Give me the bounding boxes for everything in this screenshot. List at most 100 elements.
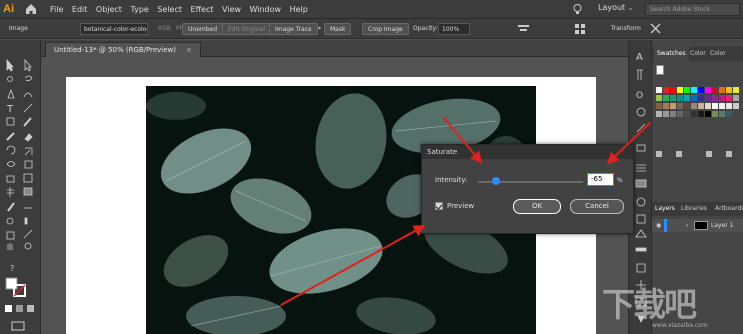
menu-bar: Ai File Edit Object Type Select Effect View Win…	[0, 0, 743, 19]
swatch[interactable]	[712, 95, 718, 101]
crop-image-button[interactable]: Crop Image	[362, 23, 409, 35]
swatch[interactable]	[726, 87, 732, 93]
transform-link[interactable]: Transform	[611, 23, 641, 35]
swatch[interactable]	[691, 111, 697, 117]
menu-select[interactable]: Select	[157, 0, 182, 19]
tab-swatches[interactable]: Swatches	[654, 47, 689, 61]
swatch[interactable]	[726, 111, 732, 117]
swatch[interactable]	[719, 111, 725, 117]
swatch[interactable]	[726, 103, 732, 109]
chevron-down-icon[interactable]: ▾	[318, 23, 321, 35]
swatch[interactable]	[712, 87, 718, 93]
swatch[interactable]	[670, 95, 676, 101]
tab-artboards[interactable]: Artboards	[715, 202, 743, 216]
swatch[interactable]	[691, 87, 697, 93]
opacity-input[interactable]: 100%	[438, 23, 470, 35]
home-icon[interactable]	[24, 2, 38, 16]
swatch[interactable]	[663, 95, 669, 101]
lightbulb-icon[interactable]	[572, 3, 583, 16]
layer-name: Layer 1	[711, 222, 734, 229]
tab-layers[interactable]: Layers	[655, 202, 675, 216]
draw-inside-icon	[27, 305, 34, 312]
swatch[interactable]	[670, 103, 676, 109]
preview-checkbox[interactable]	[435, 202, 443, 210]
draw-behind-icon	[16, 305, 23, 312]
unembed-button[interactable]: Unembed	[182, 23, 224, 35]
swatch[interactable]	[684, 103, 690, 109]
swatch[interactable]	[705, 95, 711, 101]
swatch[interactable]	[663, 111, 669, 117]
swatch[interactable]	[733, 87, 739, 93]
mask-button[interactable]: Mask	[324, 23, 352, 35]
gradient-panel-icon	[635, 179, 647, 188]
layer-row[interactable]: ◉ › Layer 1	[652, 219, 743, 232]
swatch[interactable]	[719, 103, 725, 109]
image-trace-button[interactable]: Image Trace	[269, 23, 318, 35]
menu-edit[interactable]: Edit	[72, 0, 88, 19]
layers-tab-bar: Layers Libraries Artboards	[652, 202, 743, 216]
tab-color[interactable]: Color	[690, 47, 706, 61]
swatch[interactable]	[677, 95, 683, 101]
swatch[interactable]	[698, 111, 704, 117]
intensity-input[interactable]: -65	[587, 173, 614, 186]
swatch[interactable]	[733, 95, 739, 101]
swatch[interactable]	[705, 111, 711, 117]
swatch[interactable]	[677, 111, 683, 117]
eye-icon[interactable]: ◉	[656, 219, 661, 232]
document-tab[interactable]: Untitled-13* @ 50% (RGB/Preview) ×	[45, 42, 201, 57]
swatch[interactable]	[719, 87, 725, 93]
edit-original-button[interactable]: Edit Original	[222, 23, 272, 35]
swatch[interactable]	[677, 103, 683, 109]
swatch-library-icon	[656, 151, 662, 157]
swatch[interactable]	[726, 95, 732, 101]
swatch[interactable]	[663, 103, 669, 109]
swatch[interactable]	[691, 95, 697, 101]
swatch-preview[interactable]	[656, 65, 664, 75]
swatch[interactable]	[698, 95, 704, 101]
swatch[interactable]	[712, 111, 718, 117]
swatch[interactable]	[698, 103, 704, 109]
chevron-right-icon[interactable]: ›	[686, 219, 688, 232]
grid-icon[interactable]	[575, 24, 585, 34]
cancel-button[interactable]: Cancel	[570, 199, 624, 214]
swatch[interactable]	[656, 103, 662, 109]
menu-object[interactable]: Object	[96, 0, 122, 19]
preview-checkbox-row[interactable]: Preview	[435, 202, 474, 210]
tab-color-guide[interactable]: Color	[710, 47, 726, 61]
tab-libraries[interactable]: Libraries	[681, 202, 707, 216]
menu-window[interactable]: Window	[250, 0, 282, 19]
workspace-switcher[interactable]: Layout	[598, 3, 625, 12]
chevron-down-icon[interactable]: ⌄	[627, 3, 634, 12]
swatch[interactable]	[691, 103, 697, 109]
swatch[interactable]	[656, 95, 662, 101]
menu-effect[interactable]: Effect	[191, 0, 214, 19]
close-icon[interactable]: ×	[186, 46, 192, 54]
swatch[interactable]	[663, 87, 669, 93]
swatch[interactable]	[670, 87, 676, 93]
menu-view[interactable]: View	[222, 0, 241, 19]
linked-file-name[interactable]: botanical-color-ecology-...	[80, 23, 148, 35]
menu-file[interactable]: File	[50, 0, 63, 19]
swatch[interactable]	[705, 103, 711, 109]
align-icon[interactable]	[518, 24, 529, 34]
swatch[interactable]	[698, 87, 704, 93]
swatch[interactable]	[656, 111, 662, 117]
tools-column: T ?	[5, 58, 34, 331]
swatch[interactable]	[733, 103, 739, 109]
swatch[interactable]	[677, 87, 683, 93]
menu-help[interactable]: Help	[290, 0, 308, 19]
intensity-slider-thumb[interactable]	[492, 177, 501, 185]
swatch[interactable]	[670, 111, 676, 117]
swatch[interactable]	[656, 87, 662, 93]
swatch[interactable]	[719, 95, 725, 101]
swatch[interactable]	[705, 87, 711, 93]
isolate-icon[interactable]	[650, 23, 661, 34]
menu-type[interactable]: Type	[130, 0, 148, 19]
stock-search-input[interactable]: Search Adobe Stock	[645, 3, 740, 16]
swatch[interactable]	[712, 103, 718, 109]
swatch[interactable]	[684, 87, 690, 93]
ok-button[interactable]: OK	[513, 199, 561, 214]
direct-selection-tool-icon	[24, 58, 32, 72]
swatch[interactable]	[684, 95, 690, 101]
swatch[interactable]	[684, 111, 690, 117]
